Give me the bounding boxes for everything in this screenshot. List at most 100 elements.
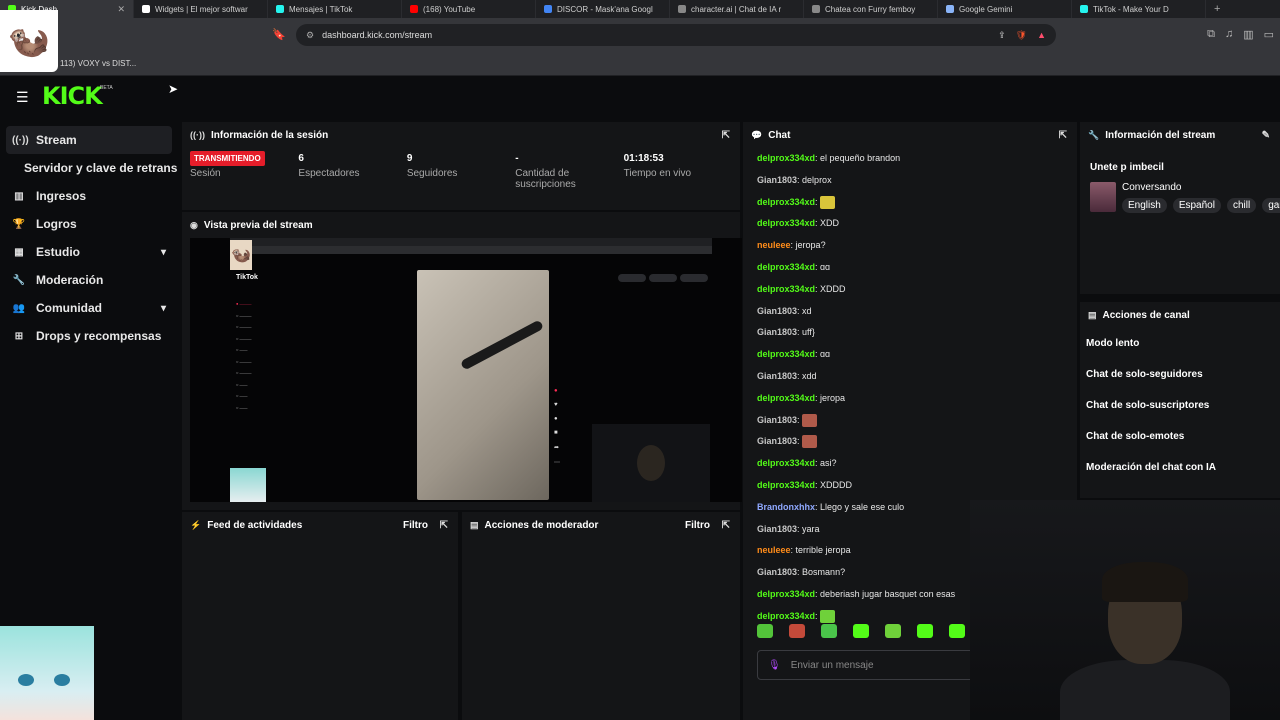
- emote-button-icon[interactable]: [821, 624, 837, 638]
- chat-username[interactable]: Gian1803: [757, 436, 797, 446]
- stat-label: Seguidores: [406, 168, 458, 179]
- channel-action-item[interactable]: Chat de solo-emotes: [1086, 421, 1280, 452]
- popout-icon[interactable]: ⇱: [1059, 130, 1067, 141]
- chat-username[interactable]: Gian1803: [757, 567, 797, 577]
- extensions-icon[interactable]: ⧉: [1207, 28, 1215, 41]
- popout-icon[interactable]: ⇱: [722, 520, 730, 531]
- popout-icon[interactable]: ⇱: [722, 130, 730, 141]
- channel-action-item[interactable]: Moderación del chat con IA: [1086, 452, 1280, 483]
- new-tab-icon[interactable]: +: [1206, 3, 1228, 15]
- chat-message: delprox334xd: ɑɑ: [757, 349, 831, 360]
- chat-username[interactable]: neuleee: [757, 240, 791, 250]
- chat-username[interactable]: delprox334xd: [757, 218, 815, 228]
- preview-browser-tabs: [230, 238, 712, 246]
- chat-text: jeropa: [820, 392, 846, 403]
- sidebar-item-ingresos[interactable]: ▥ Ingresos: [0, 182, 178, 210]
- emote-button-icon[interactable]: [917, 624, 933, 638]
- chat-username[interactable]: Gian1803: [757, 415, 797, 425]
- stream-tag[interactable]: gam: [1262, 198, 1280, 213]
- emote-button-icon[interactable]: [885, 624, 901, 638]
- chat-username[interactable]: Gian1803: [757, 306, 797, 316]
- brave-shield-icon[interactable]: 🛡: [1016, 30, 1027, 41]
- chat-username[interactable]: neuleee: [757, 545, 791, 555]
- channel-action-item[interactable]: Chat de solo-suscriptores: [1086, 390, 1280, 421]
- channel-action-item[interactable]: Modo lento: [1086, 328, 1280, 359]
- stream-tag[interactable]: Español: [1172, 198, 1221, 213]
- sidebar-item-comunidad[interactable]: 👥 Comunidad ▾: [0, 294, 178, 322]
- sidebar-item-server-key[interactable]: Servidor y clave de retransmisión: [0, 154, 178, 182]
- chat-username[interactable]: delprox334xd: [757, 458, 815, 468]
- chat-username[interactable]: delprox334xd: [757, 611, 815, 621]
- browser-tab[interactable]: TikTok - Make Your D: [1072, 0, 1206, 18]
- preview-anime-overlay: [230, 468, 266, 502]
- channel-action-item[interactable]: Chat de solo-seguidores: [1086, 359, 1280, 390]
- chat-message: Gian1803: yara: [757, 523, 820, 534]
- browser-tab[interactable]: Google Gemini: [938, 0, 1072, 18]
- browser-tab[interactable]: Widgets | El mejor softwar: [134, 0, 268, 18]
- chat-username[interactable]: delprox334xd: [757, 262, 815, 272]
- sidebar-item-estudio[interactable]: ▦ Estudio ▾: [0, 238, 178, 266]
- chat-username[interactable]: Gian1803: [757, 371, 797, 381]
- menu-icon[interactable]: ☰: [16, 89, 29, 106]
- webcam-hair: [1102, 562, 1188, 602]
- stat-label: Espectadores: [298, 168, 360, 179]
- chat-username[interactable]: delprox334xd: [757, 480, 815, 490]
- chat-title: Chat: [768, 129, 791, 141]
- browser-tab[interactable]: character.ai | Chat de IA r: [670, 0, 804, 18]
- tab-close-icon[interactable]: ✕: [117, 4, 125, 15]
- moderator-filter-button[interactable]: Filtro: [685, 520, 710, 531]
- bookmark-star-icon[interactable]: 🔖: [272, 28, 286, 41]
- chat-input[interactable]: 🎙 Enviar un mensaje: [757, 650, 997, 680]
- tab-favicon-icon: [678, 5, 686, 13]
- sidebar-item-logros[interactable]: 🏆 Logros: [0, 210, 178, 238]
- site-info-icon[interactable]: ⚙: [306, 30, 314, 41]
- channel-action-label: Chat de solo-suscriptores: [1086, 400, 1210, 411]
- chat-username[interactable]: delprox334xd: [757, 153, 815, 163]
- chat-text: XDDDD: [820, 479, 853, 490]
- chat-username[interactable]: delprox334xd: [757, 393, 815, 403]
- stream-preview-header: ◉ Vista previa del stream: [182, 212, 740, 238]
- stream-preview-video[interactable]: 🦦 TikTok ● ——— ○ ——— ○ ——— ○ ——— ○ —— ○ ——— ○ …: [190, 238, 742, 502]
- kick-logo[interactable]: KICK: [42, 82, 103, 110]
- emote-button-icon[interactable]: [949, 624, 965, 638]
- address-bar[interactable]: ⚙ dashboard.kick.com/stream ⇪ 🛡 ▲: [296, 24, 1056, 46]
- stream-category[interactable]: Conversando: [1122, 182, 1181, 193]
- wallet-icon[interactable]: ▭: [1264, 28, 1274, 41]
- chat-text: ɑɑ: [820, 261, 831, 272]
- bookmark-item[interactable]: 113) VOXY vs DIST...: [60, 59, 136, 68]
- stat-value: TRANSMITIENDO: [190, 148, 298, 168]
- edit-icon[interactable]: ✎: [1262, 130, 1270, 141]
- chat-username[interactable]: Gian1803: [757, 524, 797, 534]
- streamer-avatar-overlay: 🦦: [0, 10, 58, 72]
- media-icon[interactable]: ♫: [1225, 28, 1233, 41]
- chat-username[interactable]: delprox334xd: [757, 197, 815, 207]
- chevron-down-icon[interactable]: ▾: [161, 247, 166, 258]
- microphone-icon[interactable]: 🎙: [768, 660, 781, 671]
- chat-username[interactable]: Gian1803: [757, 327, 797, 337]
- browser-tab[interactable]: DISCOR - Mask'ana Googl: [536, 0, 670, 18]
- chat-username[interactable]: delprox334xd: [757, 349, 815, 359]
- browser-tab[interactable]: Mensajes | TikTok: [268, 0, 402, 18]
- share-icon[interactable]: ⇪: [998, 30, 1006, 41]
- chat-username[interactable]: delprox334xd: [757, 589, 815, 599]
- browser-tab[interactable]: Chatea con Furry femboy: [804, 0, 938, 18]
- emote-button-icon[interactable]: [757, 624, 773, 638]
- sidebar-item-stream[interactable]: ((·)) Stream: [6, 126, 172, 154]
- activity-filter-button[interactable]: Filtro: [403, 520, 428, 531]
- sidebar-toggle-icon[interactable]: ▥: [1243, 28, 1253, 41]
- chat-username[interactable]: Gian1803: [757, 175, 797, 185]
- sidebar-item-moderación[interactable]: 🔧 Moderación: [0, 266, 178, 294]
- chat-username[interactable]: Brandonxhhx: [757, 502, 815, 512]
- sidebar-item-drops[interactable]: ⊞ Drops y recompensas: [0, 322, 178, 350]
- browser-tab[interactable]: (168) YouTube: [402, 0, 536, 18]
- chat-username[interactable]: delprox334xd: [757, 284, 815, 294]
- stream-tag[interactable]: chill: [1226, 198, 1257, 213]
- session-stat: 9 Seguidores: [407, 148, 515, 190]
- stream-tag[interactable]: English: [1122, 198, 1167, 213]
- emote-button-icon[interactable]: [853, 624, 869, 638]
- emote-button-icon[interactable]: [789, 624, 805, 638]
- chevron-down-icon[interactable]: ▾: [161, 303, 166, 314]
- popout-icon[interactable]: ⇱: [440, 520, 448, 531]
- brave-rewards-icon[interactable]: ▲: [1037, 30, 1046, 40]
- chat-message-list[interactable]: delprox334xd: el pequeño brandon Gian1803…: [757, 148, 979, 628]
